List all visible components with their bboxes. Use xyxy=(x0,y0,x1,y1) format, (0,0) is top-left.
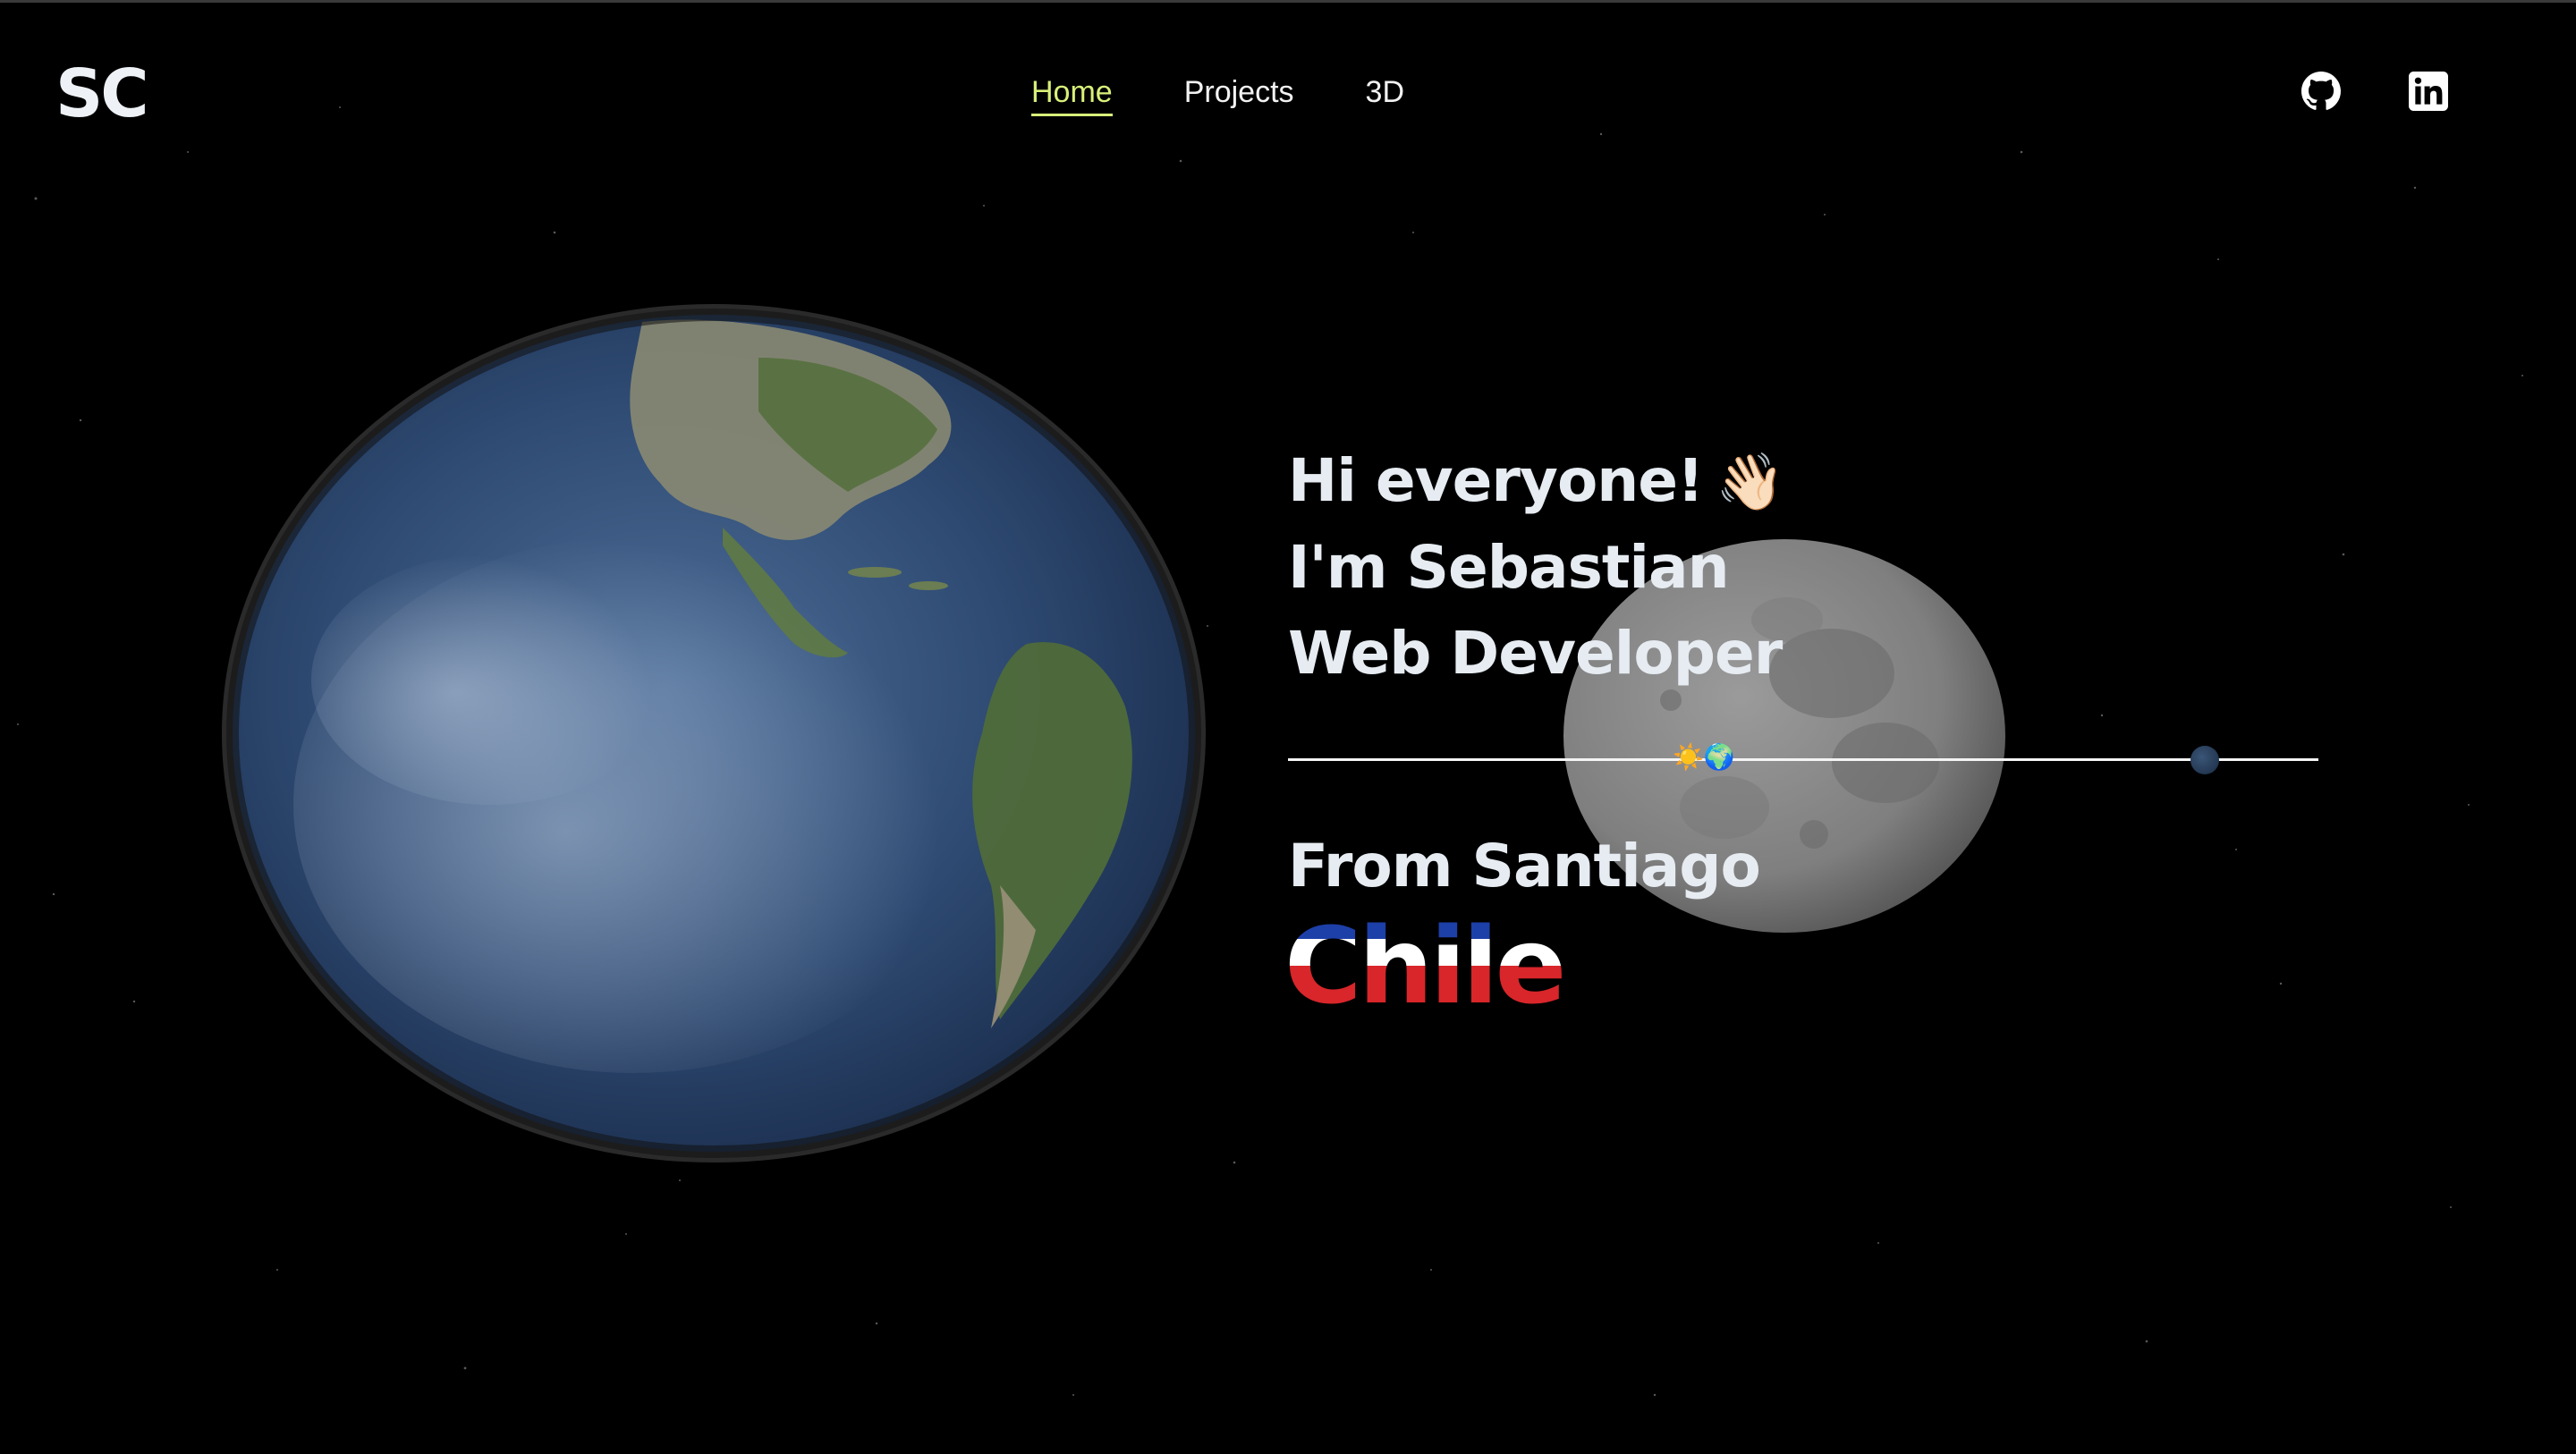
orbit-line xyxy=(1288,758,2318,761)
orbit-planet-dot xyxy=(2190,746,2219,774)
github-icon xyxy=(2301,72,2341,111)
hero-heading: Hi everyone! 👋🏻 I'm Sebastian Web Develop… xyxy=(1288,438,1784,697)
greeting-line: Hi everyone! 👋🏻 xyxy=(1288,438,1784,525)
earth-globe xyxy=(222,304,1206,1162)
role-line: Web Developer xyxy=(1288,619,1783,688)
waving-hand-icon: 👋🏻 xyxy=(1716,449,1784,514)
greeting-text: Hi everyone! xyxy=(1288,446,1704,515)
nav-3d[interactable]: 3D xyxy=(1366,75,1404,116)
name-line: I'm Sebastian xyxy=(1288,533,1730,602)
nav-home[interactable]: Home xyxy=(1031,75,1113,116)
linkedin-icon xyxy=(2409,72,2448,111)
nav-projects[interactable]: Projects xyxy=(1184,75,1294,116)
linkedin-link[interactable] xyxy=(2409,72,2448,111)
main-nav: Home Projects 3D xyxy=(1031,75,1404,116)
from-line: From Santiago xyxy=(1288,832,1761,900)
sun-earth-icon: ☀️🌍 xyxy=(1673,742,1735,772)
country-text: Chile xyxy=(1284,904,1567,1027)
github-link[interactable] xyxy=(2301,72,2341,111)
site-logo[interactable]: SC xyxy=(55,55,149,132)
